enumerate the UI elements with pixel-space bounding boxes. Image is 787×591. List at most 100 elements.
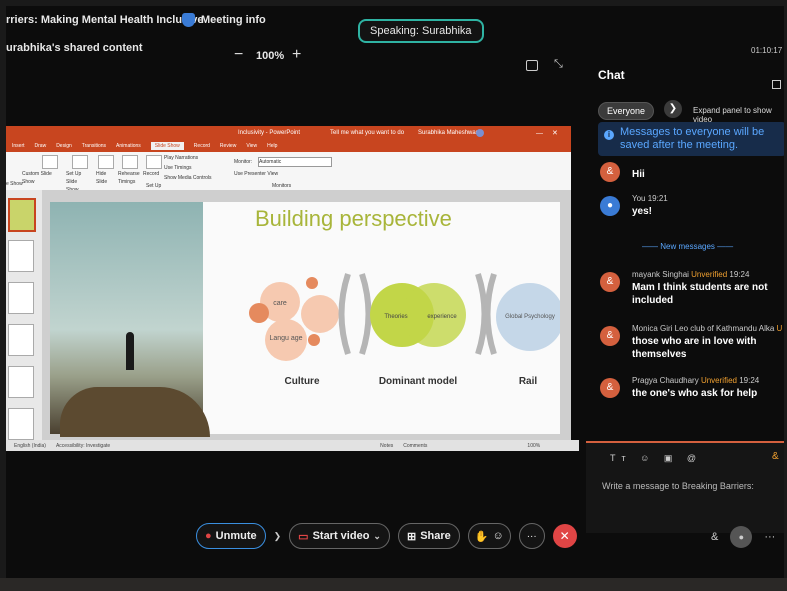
new-messages-divider: —— New messages ——: [642, 242, 734, 251]
culture-item-care: care: [273, 300, 287, 307]
meeting-info-button[interactable]: Meeting info: [182, 13, 266, 27]
panel-controls: & ● ···: [711, 526, 775, 548]
banner-text: Messages to everyone will be saved after…: [620, 126, 765, 151]
venn-left-label: Theories: [384, 314, 407, 320]
mention-icon[interactable]: @: [687, 453, 702, 463]
ppt-tab: Transitions: [81, 143, 107, 149]
share-button[interactable]: ⊞ Share: [397, 523, 460, 549]
chat-message: & Monica Giri Leo club of Kathmandu Alka…: [600, 324, 784, 366]
participants-icon[interactable]: &: [711, 531, 718, 543]
chevron-down-icon: ⌄: [373, 530, 381, 541]
status-notes: Notes: [380, 442, 394, 449]
more-icon[interactable]: ···: [764, 531, 775, 543]
emoji-icon[interactable]: ☺: [640, 453, 655, 463]
shield-icon: [182, 13, 195, 27]
chat-message: & Pragya Chaudhary Unverified 19:24 the …: [600, 376, 784, 406]
culture-circle: [301, 295, 339, 333]
ppt-tab: Record: [193, 143, 210, 149]
raise-hand-icon: ✋: [474, 530, 489, 543]
recipient-selector[interactable]: Everyone: [598, 102, 655, 120]
camera-off-icon: ▭: [298, 530, 309, 543]
ppt-tab: Help: [267, 143, 278, 149]
slide-thumbnail: [8, 198, 36, 232]
leave-button[interactable]: ✕: [552, 524, 577, 548]
ppt-tab-active: Slide Show: [150, 142, 184, 150]
chat-message: & mayank Singhai Unverified 19:24 Mam I …: [600, 270, 784, 312]
status-zoom: 100%: [527, 442, 541, 449]
current-slide: Building perspective care Langu age Cult…: [50, 202, 560, 437]
culture-item-language: Langu age: [269, 335, 302, 342]
chevron-down-icon[interactable]: ❯: [274, 531, 282, 542]
ribbon-hide: Hide Slide: [96, 171, 108, 185]
ribbon-custom-show: Custom Slide Show: [22, 171, 52, 185]
more-options-button[interactable]: ···: [518, 523, 545, 549]
message-text: Hii: [632, 169, 645, 180]
popout-icon[interactable]: [772, 80, 781, 89]
expand-panel-button[interactable]: ❯: [664, 100, 682, 118]
share-icon: ⊞: [406, 530, 417, 543]
minimize-icon: —: [536, 129, 543, 137]
ppt-titlebar: Inclusivity - PowerPoint Tell me what yo…: [6, 126, 571, 140]
record-icon: [146, 155, 162, 169]
slide-diagram: care Langu age Culture Theories experien…: [249, 273, 560, 387]
ppt-tab: Review: [219, 143, 237, 149]
ppt-window-title: Inclusivity - PowerPoint: [238, 130, 301, 136]
message-sender: Pragya Chaudhary Unverified 19:24: [632, 376, 760, 385]
status-comments: Comments: [403, 442, 428, 449]
gif-icon[interactable]: ▣: [664, 453, 679, 463]
bracket-left: [475, 273, 488, 355]
culture-label: Culture: [285, 376, 320, 387]
collapse-icon[interactable]: ⤡: [554, 58, 563, 71]
zoom-level: 100%: [256, 50, 285, 62]
shared-content-label: urabhika's shared content: [6, 42, 143, 54]
text-format-icon[interactable]: Tт: [610, 453, 632, 463]
ppt-user: Surabhika Maheshwari: [418, 130, 480, 136]
ppt-tab: Animations: [116, 143, 141, 149]
chat-message: ● You 19:21 yes!: [600, 194, 784, 228]
setup-icon: [72, 155, 88, 169]
message-text: the one's who ask for help: [632, 388, 758, 399]
ppt-body: Building perspective care Langu age Cult…: [6, 190, 571, 440]
ribbon-presenter-view: Use Presenter View: [234, 171, 279, 177]
ribbon-show-group: e Show: [6, 181, 23, 187]
avatar: &: [600, 162, 620, 182]
chat-message: & Hii: [600, 160, 784, 188]
ppt-tabs: Insert Draw Design Transitions Animation…: [6, 140, 571, 152]
venn-right-label: experience: [427, 314, 457, 320]
custom-show-icon: [42, 155, 58, 169]
rail-label: Rail: [519, 376, 538, 387]
ppt-tell-me: Tell me what you want to do: [330, 130, 405, 136]
chat-input[interactable]: Write a message to Breaking Barriers:: [602, 481, 754, 491]
bracket-right: [359, 273, 372, 355]
meeting-timer: 01:10:17: [751, 46, 783, 55]
monitor-bezel: [0, 578, 787, 591]
ppt-ribbon: Custom Slide Show e Show Set Up Slide Sh…: [6, 152, 571, 193]
status-language: English (India): [14, 442, 46, 449]
ribbon-play-narrations: Play Narrations: [164, 155, 199, 161]
avatar: &: [600, 326, 620, 346]
screen: rriers: Making Mental Health Inclusive M…: [6, 6, 784, 578]
reactions-button[interactable]: ✋ ☺: [467, 523, 511, 549]
slide-thumbnail: [8, 408, 34, 440]
zoom-in-button[interactable]: +: [292, 46, 301, 64]
message-text: those who are in love with themselves: [632, 336, 757, 360]
unmute-button[interactable]: ● Unmute: [196, 523, 266, 549]
speaking-indicator: Speaking: Surabhika: [358, 19, 484, 43]
rehearse-icon: [122, 155, 138, 169]
unmute-label: Unmute: [215, 530, 257, 542]
ribbon-show-media: Show Media Controls: [164, 175, 212, 181]
meeting-info-label: Meeting info: [201, 14, 266, 26]
chat-compose: Tт ☺ ▣ @ & Write a message to Breaking B…: [586, 441, 784, 533]
participant-icon[interactable]: &: [772, 451, 779, 462]
status-accessibility: Accessibility: Investigate: [55, 442, 111, 449]
start-video-button[interactable]: ▭ Start video ⌄: [289, 523, 390, 549]
global-psychology-label: Global Psychology: [505, 314, 555, 320]
message-sender: Monica Giri Leo club of Kathmandu Alka U: [632, 324, 783, 333]
mic-off-icon: ●: [205, 530, 212, 542]
zoom-out-button[interactable]: −: [234, 46, 243, 64]
popout-share-icon[interactable]: [526, 60, 538, 71]
ppt-tab: View: [246, 143, 258, 149]
shared-powerpoint-window: Inclusivity - PowerPoint Tell me what yo…: [6, 126, 579, 451]
meeting-title: rriers: Making Mental Health Inclusive: [6, 14, 204, 26]
chat-icon[interactable]: ●: [730, 526, 753, 548]
